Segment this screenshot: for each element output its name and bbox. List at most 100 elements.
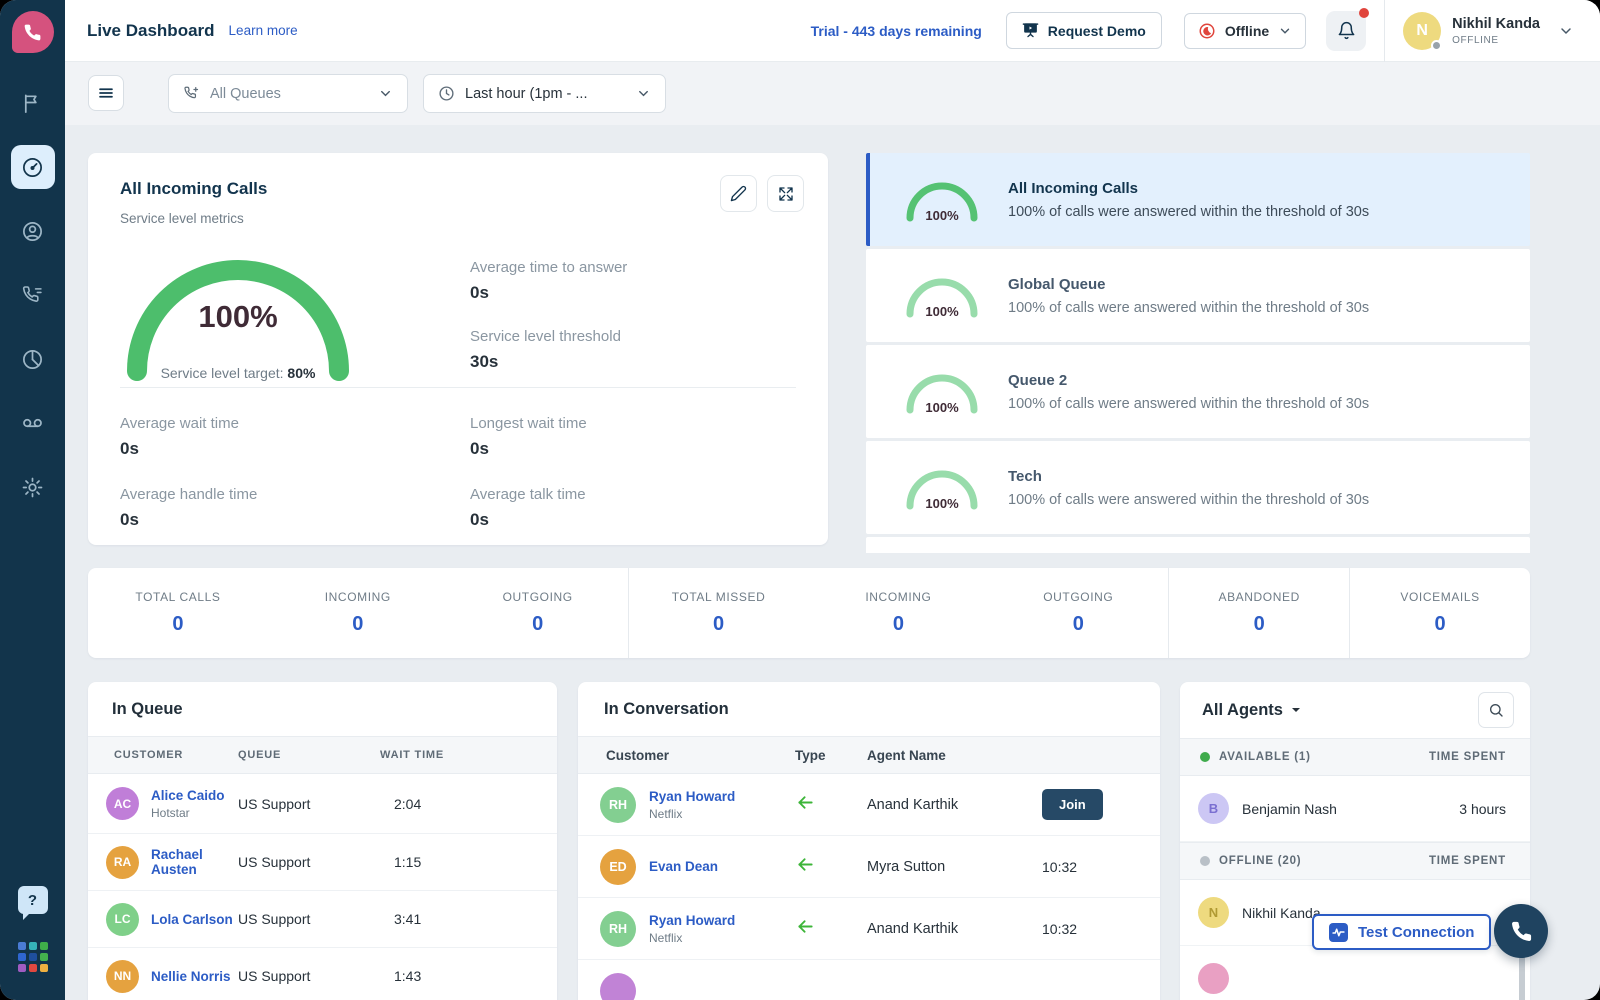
learn-more-link[interactable]: Learn more (229, 23, 298, 38)
service-card-title: All Incoming Calls (120, 179, 267, 199)
queue-item-queue-2[interactable]: 100% Queue 2 100% of calls were answered… (866, 345, 1530, 438)
metric-label: Average wait time (120, 415, 470, 432)
dashboard-menu-button[interactable] (88, 75, 124, 111)
phone-logo-icon (23, 23, 42, 42)
gauge-value: 100% (118, 299, 358, 335)
stat-value: 0 (1254, 613, 1265, 636)
customer-name-link[interactable]: Ryan Howard (649, 913, 735, 928)
stat-label: ABANDONED (1218, 590, 1299, 604)
contacts-icon (21, 220, 44, 243)
offline-status-dot (1200, 856, 1210, 866)
customer-name-link[interactable]: Ryan Howard (649, 789, 735, 804)
stat-label: OUTGOING (503, 590, 573, 604)
notifications-button[interactable] (1326, 11, 1366, 51)
selected-indicator (866, 153, 870, 246)
sidebar-item-analytics[interactable] (11, 337, 55, 381)
user-menu-chevron-icon[interactable] (1558, 23, 1574, 39)
in-queue-panel: In Queue CUSTOMER QUEUE WAIT TIME AC Ali… (88, 682, 557, 1000)
customer-name-link[interactable]: Lola Carlson (151, 912, 233, 927)
join-call-button[interactable]: Join (1042, 789, 1103, 820)
call-metrics-icon (21, 284, 44, 307)
avatar: RH (600, 911, 636, 947)
queue-item-all-incoming-calls[interactable]: 100% All Incoming Calls 100% of calls we… (866, 153, 1530, 246)
avatar-initials: LC (115, 912, 131, 926)
help-button[interactable]: ? (18, 886, 48, 914)
customer-company: Netflix (649, 807, 735, 821)
column-header-agent-name: Agent Name (867, 748, 1042, 763)
table-row: AC Alice CaidoHotstar US Support 2:04 (88, 774, 557, 834)
freshcaller-logo[interactable] (12, 11, 54, 53)
pencil-icon (730, 185, 747, 202)
queue-item-name: Queue 2 (1008, 372, 1369, 389)
avatar-initials: AC (114, 797, 131, 811)
sidebar-item-admin-settings[interactable] (11, 465, 55, 509)
edit-widget-button[interactable] (720, 175, 757, 212)
queue-item-tech[interactable]: 100% Tech 100% of calls were answered wi… (866, 441, 1530, 534)
avatar (600, 973, 636, 1000)
bell-icon (1337, 21, 1356, 40)
wait-time-cell: 3:41 (380, 911, 557, 927)
user-avatar[interactable]: N (1403, 12, 1441, 50)
customer-name-link[interactable]: Evan Dean (649, 859, 718, 874)
customer-name-link[interactable]: Nellie Norris (151, 969, 231, 984)
stat-value: 0 (352, 613, 363, 636)
metric-longest-wait-time: Longest wait time 0s (470, 415, 820, 459)
test-connection-button[interactable]: Test Connection (1312, 914, 1491, 950)
wait-time-cell: 1:15 (380, 854, 557, 870)
avatar-initials: RH (609, 798, 627, 812)
service-level-gauge: 100% Service level target: 80% (118, 251, 358, 383)
service-card-subtitle: Service level metrics (120, 211, 244, 226)
clock-icon (438, 85, 455, 102)
filter-bar: All Queues Last hour (1pm - ... (65, 62, 1600, 125)
in-conversation-title: In Conversation (604, 700, 729, 719)
presentation-icon (1022, 22, 1039, 39)
time-spent-header: TIME SPENT (1429, 855, 1506, 867)
queue-item-global-queue[interactable]: 100% Global Queue 100% of calls were ans… (866, 249, 1530, 342)
presence-dropdown[interactable]: Offline (1184, 13, 1306, 49)
agent-time-spent: 3 hours (1459, 801, 1506, 817)
column-header-wait-time: WAIT TIME (380, 749, 557, 761)
queue-item-name: Global Queue (1008, 276, 1369, 293)
avatar: B (1198, 793, 1229, 824)
queue-item-partial (866, 537, 1530, 553)
trial-banner[interactable]: Trial - 443 days remaining (811, 23, 982, 39)
expand-widget-button[interactable] (767, 175, 804, 212)
available-status-dot (1200, 752, 1210, 762)
agent-name-cell: Myra Sutton (867, 859, 1042, 875)
avatar-initials: ED (609, 860, 626, 874)
mini-gauge: 100% (902, 464, 982, 511)
queue-filter-dropdown[interactable]: All Queues (168, 74, 408, 113)
offline-label: OFFLINE (20) (1219, 855, 1301, 867)
sidebar-item-voicemail[interactable] (11, 401, 55, 445)
user-meta: Nikhil Kanda OFFLINE (1452, 16, 1540, 46)
metric-value: 30s (470, 352, 627, 372)
request-demo-button[interactable]: Request Demo (1006, 12, 1162, 49)
queue-cell: US Support (238, 911, 380, 927)
customer-company: Hotstar (151, 806, 225, 820)
stat-label: INCOMING (865, 590, 931, 604)
customer-name-link[interactable]: Alice Caido (151, 788, 225, 803)
sidebar-item-getting-started[interactable] (11, 81, 55, 125)
all-agents-title[interactable]: All Agents (1202, 701, 1283, 720)
time-range-dropdown[interactable]: Last hour (1pm - ... (423, 74, 666, 113)
stat-value: 0 (893, 613, 904, 636)
dialer-fab[interactable] (1494, 904, 1548, 958)
sidebar-item-call-metrics[interactable] (11, 273, 55, 317)
sidebar-item-contacts[interactable] (11, 209, 55, 253)
incoming-call-arrow-icon (795, 792, 816, 813)
column-header-customer: Customer (578, 748, 795, 763)
metric-value: 0s (470, 510, 820, 530)
offline-moon-icon (1198, 22, 1216, 40)
sidebar-item-dashboard[interactable] (11, 145, 55, 189)
agent-row: B Benjamin Nash 3 hours (1180, 776, 1530, 842)
mini-gauge-value: 100% (902, 496, 982, 511)
agent-name-cell: Anand Karthik (867, 921, 1042, 937)
chevron-down-icon (636, 86, 651, 101)
agent-search-button[interactable] (1478, 692, 1514, 728)
mini-gauge: 100% (902, 176, 982, 223)
stat-value: 0 (1435, 613, 1446, 636)
stat-total-missed: TOTAL MISSED0 (629, 568, 809, 658)
customer-name-link[interactable]: Rachael Austen (151, 847, 238, 877)
app-switcher-icon[interactable] (18, 942, 48, 972)
mini-gauge: 100% (902, 272, 982, 319)
